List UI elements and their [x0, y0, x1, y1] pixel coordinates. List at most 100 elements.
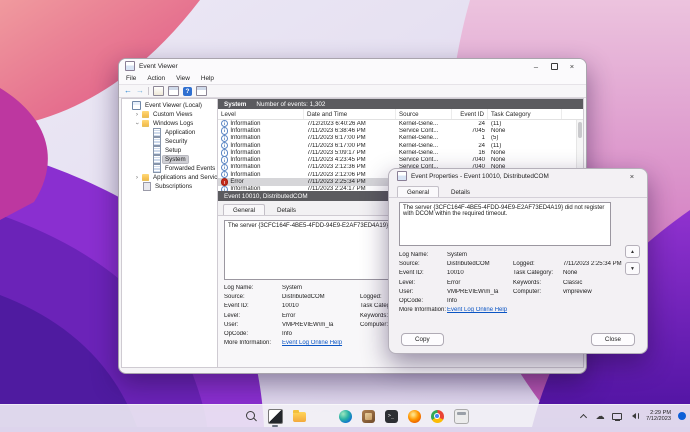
tray-chevron-up-icon[interactable] [578, 411, 588, 421]
table-row[interactable]: iInformation7/11/2023 6:17:00 PMKernel-G… [218, 135, 583, 142]
folder-icon [142, 120, 149, 127]
menu-item-file[interactable]: File [126, 75, 136, 82]
dialog-titlebar[interactable]: Event Properties - Event 10010, Distribu… [389, 169, 647, 183]
field-label-event_id: Event ID: [224, 303, 282, 309]
field-label-user: User: [399, 289, 447, 295]
copy-button[interactable]: Copy [401, 333, 444, 346]
start-icon[interactable] [222, 410, 235, 423]
field-value-opcode: Info [282, 331, 360, 337]
dialog-message-box[interactable]: The server {3CFC164F-4BE5-4FDD-94E9-E2AF… [399, 202, 611, 246]
event-viewer-icon[interactable] [268, 409, 283, 424]
dialog-tab-details[interactable]: Details [441, 186, 480, 197]
folder-icon [142, 111, 149, 118]
taskbar-clock[interactable]: 2:29 PM 7/12/2023 [646, 410, 671, 423]
calculator-icon[interactable] [454, 409, 469, 424]
next-event-button[interactable]: ▼ [625, 262, 640, 275]
dialog-event-fields: Log Name:SystemSource:DistributedCOMLogg… [399, 252, 623, 313]
dialog-close-button[interactable]: Close [591, 333, 635, 346]
cell: 7/11/2023 6:17:00 PM [304, 135, 396, 141]
column-header-event-id[interactable]: Event ID [452, 109, 488, 119]
cell: None [488, 150, 562, 156]
tree-item-setup[interactable]: Setup [122, 146, 217, 155]
table-row[interactable]: iInformation7/11/2023 6:17:00 PMKernel-G… [218, 142, 583, 149]
results-panel-header: System Number of events: 1,302 [218, 99, 583, 109]
event-properties-dialog: Event Properties - Event 10010, Distribu… [388, 168, 648, 354]
dialog-tab-general[interactable]: General [397, 186, 439, 197]
dialog-close-icon[interactable]: × [625, 172, 639, 181]
maximize-button[interactable] [546, 60, 562, 72]
level-cell: Information [230, 186, 260, 191]
column-header-task-category[interactable]: Task Category [488, 109, 562, 119]
previous-event-button[interactable]: ▲ [625, 245, 640, 258]
table-header: LevelDate and TimeSourceEvent IDTask Cat… [218, 109, 583, 120]
firefox-icon[interactable] [408, 410, 421, 423]
expand-chevron-icon[interactable]: › [134, 174, 140, 181]
tree-item-applications-and-services-logs[interactable]: ›Applications and Services Logs [122, 173, 217, 182]
tree-item-system[interactable]: System [122, 155, 217, 164]
level-cell: Information [230, 143, 260, 149]
display-icon[interactable] [612, 411, 622, 421]
tree-item-forwarded-events[interactable]: Forwarded Events [122, 164, 217, 173]
expand-chevron-icon[interactable]: › [134, 121, 141, 127]
minimize-button[interactable]: – [528, 60, 544, 72]
tree-item-application[interactable]: Application [122, 128, 217, 137]
tree-item-event-viewer-local-[interactable]: Event Viewer (Local) [122, 101, 217, 110]
log-icon [153, 164, 161, 173]
log-icon [153, 155, 161, 164]
onedrive-cloud-icon[interactable]: ☁ [595, 411, 605, 421]
preview-tab-details[interactable]: Details [267, 204, 306, 215]
table-row[interactable]: iInformation7/11/2023 5:09:17 PMKernel-G… [218, 149, 583, 156]
taskbar-date: 7/12/2023 [646, 416, 671, 422]
tree-item-label: Event Viewer (Local) [143, 102, 204, 109]
file-explorer-icon[interactable] [293, 412, 306, 422]
settings-icon[interactable] [316, 410, 329, 423]
notification-badge[interactable] [678, 412, 686, 420]
console-tree: Event Viewer (Local)›Custom Views›Window… [121, 98, 218, 368]
expand-chevron-icon[interactable]: › [134, 111, 140, 118]
menu-item-action[interactable]: Action [147, 75, 165, 82]
taskbar-icons: >_ [222, 405, 469, 427]
field-value-log_name: System [282, 285, 360, 291]
table-row[interactable]: iInformation7/12/2023 6:40:26 AMKernel-G… [218, 120, 583, 127]
forward-arrow-icon[interactable]: → [136, 86, 144, 96]
scrollbar-thumb[interactable] [578, 122, 582, 138]
console-tree-icon[interactable] [168, 86, 179, 96]
cell: Service Cont... [396, 128, 452, 134]
window-titlebar[interactable]: Event Viewer – × [119, 59, 586, 73]
event-viewer-app-icon [125, 61, 135, 71]
table-row[interactable]: iInformation7/11/2023 6:38:46 PMService … [218, 127, 583, 134]
field-value-level: Error [282, 313, 360, 319]
preview-tab-general[interactable]: General [223, 204, 265, 215]
cell: 7/11/2023 4:23:45 PM [304, 157, 396, 163]
field-label-more_info: More Information: [399, 307, 447, 313]
photos-icon[interactable] [362, 410, 375, 423]
help-icon[interactable]: ? [183, 87, 192, 96]
tree-item-windows-logs[interactable]: ›Windows Logs [122, 119, 217, 128]
field-label-source: Source: [399, 261, 447, 267]
table-row[interactable]: iInformation7/11/2023 4:23:45 PMService … [218, 156, 583, 163]
field-value-log_name: System [447, 252, 513, 258]
open-saved-log-icon[interactable] [153, 86, 164, 96]
chrome-icon[interactable] [431, 410, 444, 423]
terminal-icon[interactable]: >_ [385, 410, 398, 423]
volume-icon[interactable] [629, 411, 639, 421]
close-button[interactable]: × [564, 60, 580, 72]
action-pane-icon[interactable] [196, 86, 207, 96]
menu-item-help[interactable]: Help [201, 75, 214, 82]
tree-item-security[interactable]: Security [122, 137, 217, 146]
column-header-source[interactable]: Source [396, 109, 452, 119]
edge-icon[interactable] [339, 410, 352, 423]
event-log-online-help-link[interactable]: Event Log Online Help [447, 307, 623, 313]
tree-item-subscriptions[interactable]: Subscriptions [122, 182, 217, 191]
field-value-logged: 7/11/2023 2:25:34 PM [563, 261, 623, 267]
column-header-level[interactable]: Level [218, 109, 304, 119]
system-tray[interactable]: ☁ 2:29 PM 7/12/2023 [578, 405, 686, 427]
menu-item-view[interactable]: View [176, 75, 190, 82]
back-arrow-icon[interactable]: ← [124, 86, 132, 96]
log-icon [153, 146, 161, 155]
level-cell: Error [230, 179, 243, 185]
search-icon[interactable] [245, 410, 258, 423]
tree-item-custom-views[interactable]: ›Custom Views [122, 110, 217, 119]
column-header-date-and-time[interactable]: Date and Time [304, 109, 396, 119]
toolbar: ← → ? [119, 85, 586, 98]
